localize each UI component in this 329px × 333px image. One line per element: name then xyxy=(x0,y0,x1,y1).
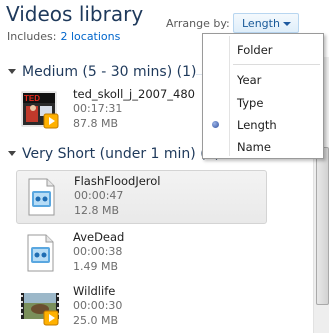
item-name: Wildlife xyxy=(73,284,116,298)
group-label: Medium (5 - 30 mins) (1) xyxy=(22,64,197,80)
locations-link[interactable]: 2 locations xyxy=(60,30,120,43)
group-header-medium[interactable]: Medium (5 - 30 mins) (1) xyxy=(4,64,196,80)
includes-line: Includes: 2 locations xyxy=(7,30,120,43)
item-name: ted_skoll_j_2007_480 xyxy=(73,87,195,101)
radio-bullet-icon xyxy=(212,121,219,128)
videos-library-window: Videos library Includes: 2 locations Arra… xyxy=(0,0,329,333)
wildlife-thumbnail xyxy=(21,293,59,326)
arrange-by-menu: Folder Year Type Length Name xyxy=(202,33,324,159)
item-duration: 00:17:31 xyxy=(73,102,123,115)
menu-item-name[interactable]: Name xyxy=(237,140,271,154)
item-size: 12.8 MB xyxy=(74,204,120,217)
arrange-by-label: Arrange by: xyxy=(166,17,230,30)
library-title: Videos library xyxy=(6,2,144,26)
group-label: Very Short (under 1 min) (4) xyxy=(22,146,221,162)
ted-talk-thumbnail: TED xyxy=(21,91,59,129)
arrange-by-dropdown[interactable]: Length xyxy=(233,13,299,33)
item-name: AveDead xyxy=(73,230,125,244)
item-duration: 00:00:30 xyxy=(73,299,123,312)
list-item[interactable]: FlashFloodJerol 00:00:47 12.8 MB xyxy=(16,170,267,224)
menu-item-type[interactable]: Type xyxy=(237,96,263,110)
list-item[interactable]: AveDead 00:00:38 1.49 MB xyxy=(16,227,266,281)
item-duration: 00:00:38 xyxy=(73,245,123,258)
menu-item-year[interactable]: Year xyxy=(237,73,261,87)
menu-item-length[interactable]: Length xyxy=(237,118,277,132)
group-header-very-short[interactable]: Very Short (under 1 min) (4) xyxy=(4,146,220,162)
item-size: 87.8 MB xyxy=(73,117,119,130)
menu-item-folder[interactable]: Folder xyxy=(237,43,273,57)
item-size: 25.0 MB xyxy=(73,314,119,327)
chevron-down-icon xyxy=(283,22,291,26)
collapse-triangle-icon xyxy=(8,150,16,156)
includes-label: Includes: xyxy=(7,30,57,43)
list-item[interactable]: Wildlife 00:00:30 25.0 MB xyxy=(16,281,266,333)
svg-text:TED: TED xyxy=(24,94,40,103)
item-duration: 00:00:47 xyxy=(74,189,124,202)
menu-gutter xyxy=(229,36,230,156)
item-size: 1.49 MB xyxy=(73,260,119,273)
menu-separator xyxy=(233,64,320,65)
item-name: FlashFloodJerol xyxy=(74,174,161,188)
arrange-by-value: Length xyxy=(242,17,280,30)
collapse-triangle-icon xyxy=(8,68,16,74)
video-file-icon xyxy=(28,178,55,216)
video-file-icon xyxy=(27,234,54,272)
scrollbar-thumb[interactable] xyxy=(316,147,329,305)
